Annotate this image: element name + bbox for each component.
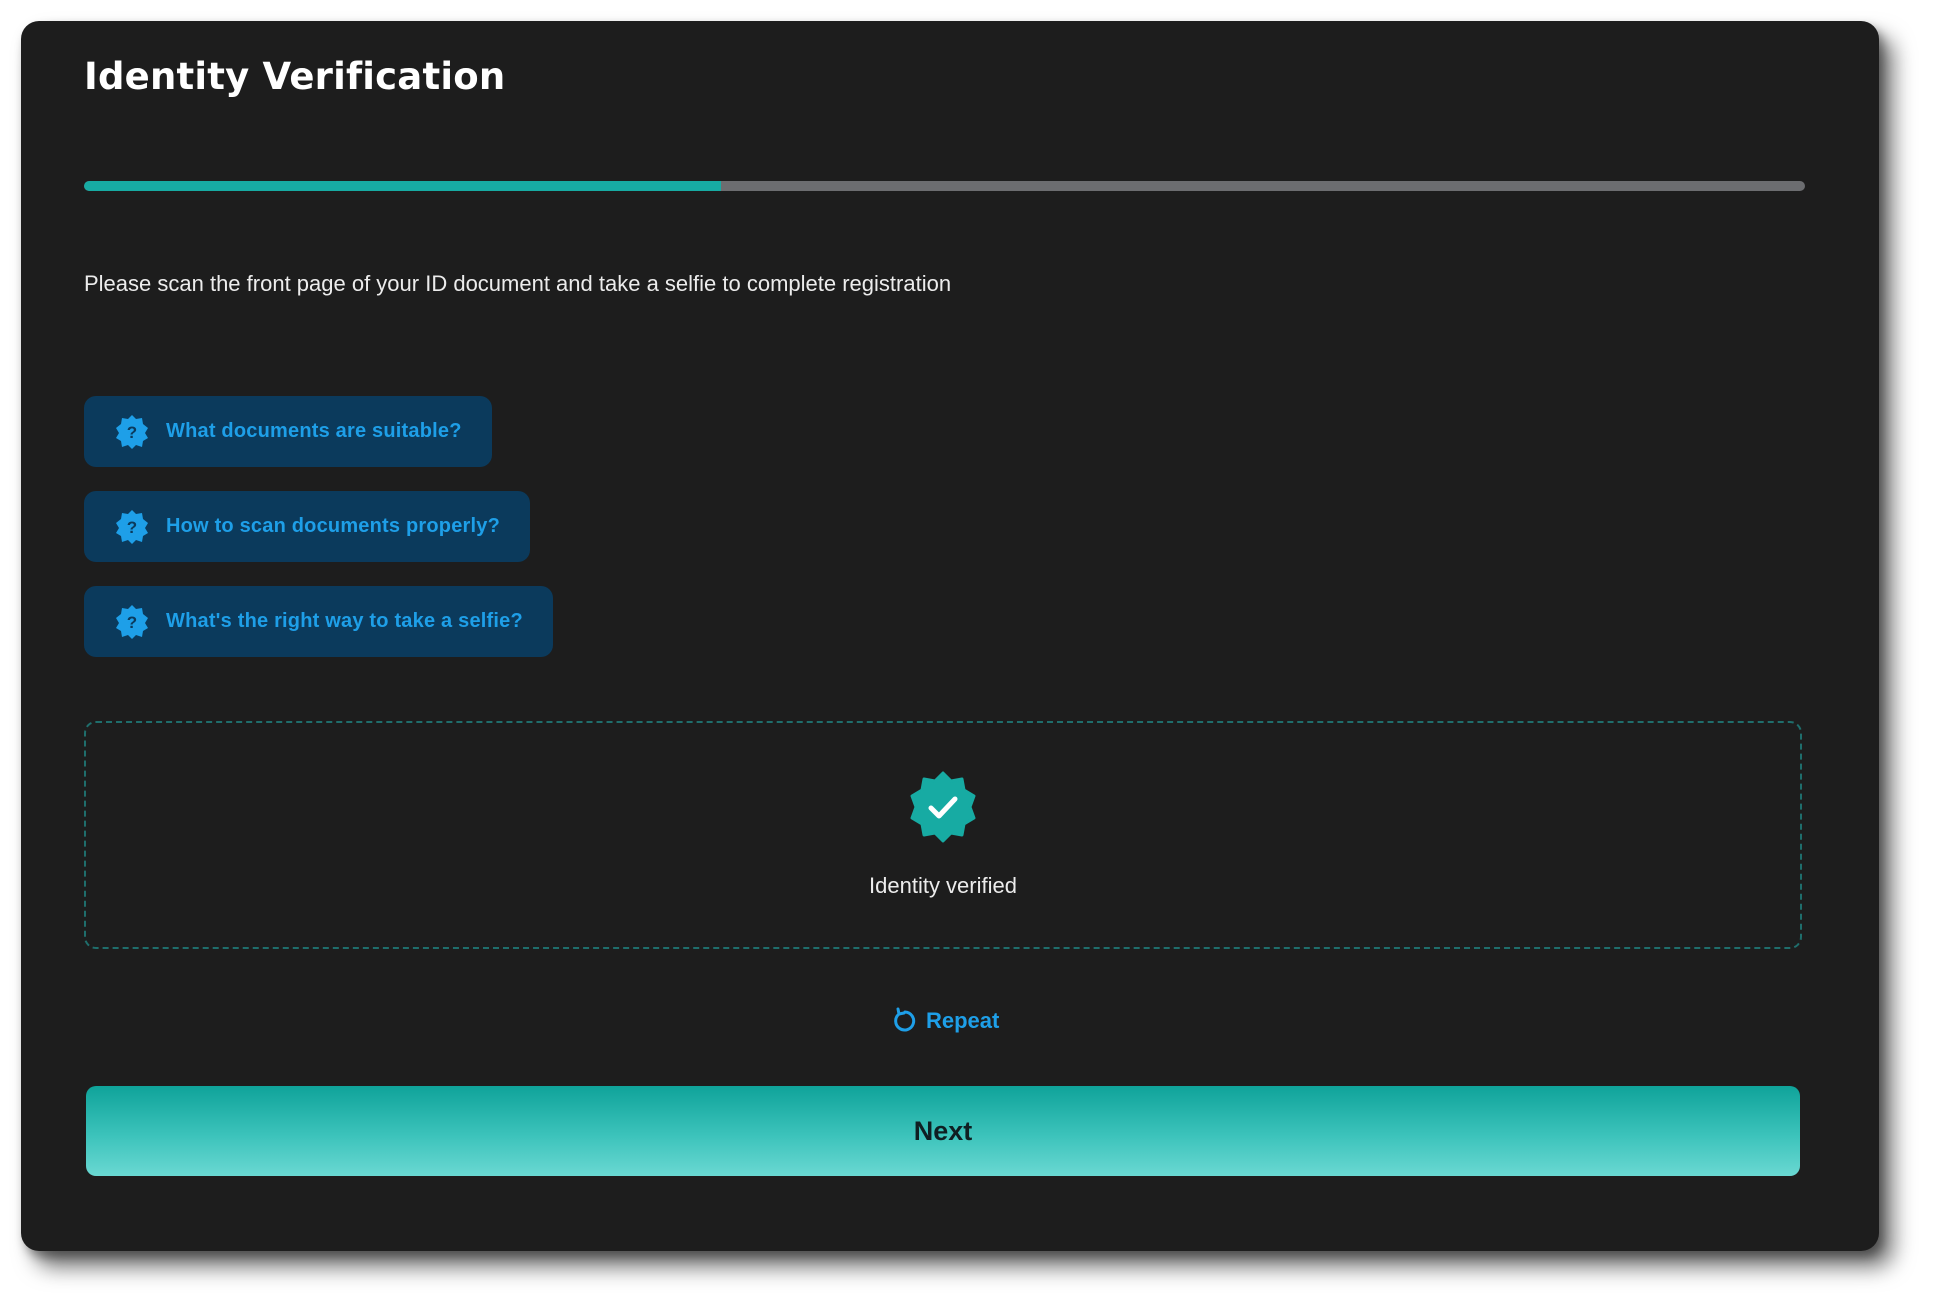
progress-bar bbox=[84, 181, 1805, 191]
verification-status-label: Identity verified bbox=[869, 873, 1017, 898]
help-button-suitable-documents[interactable]: ? What documents are suitable? bbox=[84, 396, 492, 467]
svg-text:?: ? bbox=[127, 613, 137, 632]
svg-text:?: ? bbox=[127, 423, 137, 442]
question-badge-icon: ? bbox=[116, 604, 148, 639]
help-button-label: What's the right way to take a selfie? bbox=[166, 610, 523, 632]
repeat-button[interactable]: Repeat bbox=[890, 1007, 999, 1035]
page-title: Identity Verification bbox=[84, 55, 506, 98]
help-button-take-selfie[interactable]: ? What's the right way to take a selfie? bbox=[84, 586, 553, 657]
question-badge-icon: ? bbox=[116, 414, 148, 449]
question-badge-icon: ? bbox=[116, 509, 148, 544]
help-links: ? What documents are suitable? ? How to … bbox=[84, 396, 553, 681]
next-button[interactable]: Next bbox=[86, 1086, 1800, 1176]
repeat-label: Repeat bbox=[926, 1008, 1000, 1033]
refresh-icon bbox=[894, 1007, 916, 1032]
help-button-scan-documents[interactable]: ? How to scan documents properly? bbox=[84, 491, 531, 562]
verification-status-area: Identity verified bbox=[84, 721, 1802, 949]
progress-bar-fill bbox=[84, 181, 721, 191]
verified-badge-icon bbox=[910, 771, 976, 843]
instructions-text: Please scan the front page of your ID do… bbox=[84, 271, 952, 296]
svg-text:?: ? bbox=[127, 518, 137, 537]
next-button-label: Next bbox=[913, 1115, 973, 1146]
help-button-label: How to scan documents properly? bbox=[166, 515, 501, 537]
help-button-label: What documents are suitable? bbox=[166, 420, 462, 442]
verification-panel: Identity Verification Please scan the fr… bbox=[21, 21, 1879, 1251]
